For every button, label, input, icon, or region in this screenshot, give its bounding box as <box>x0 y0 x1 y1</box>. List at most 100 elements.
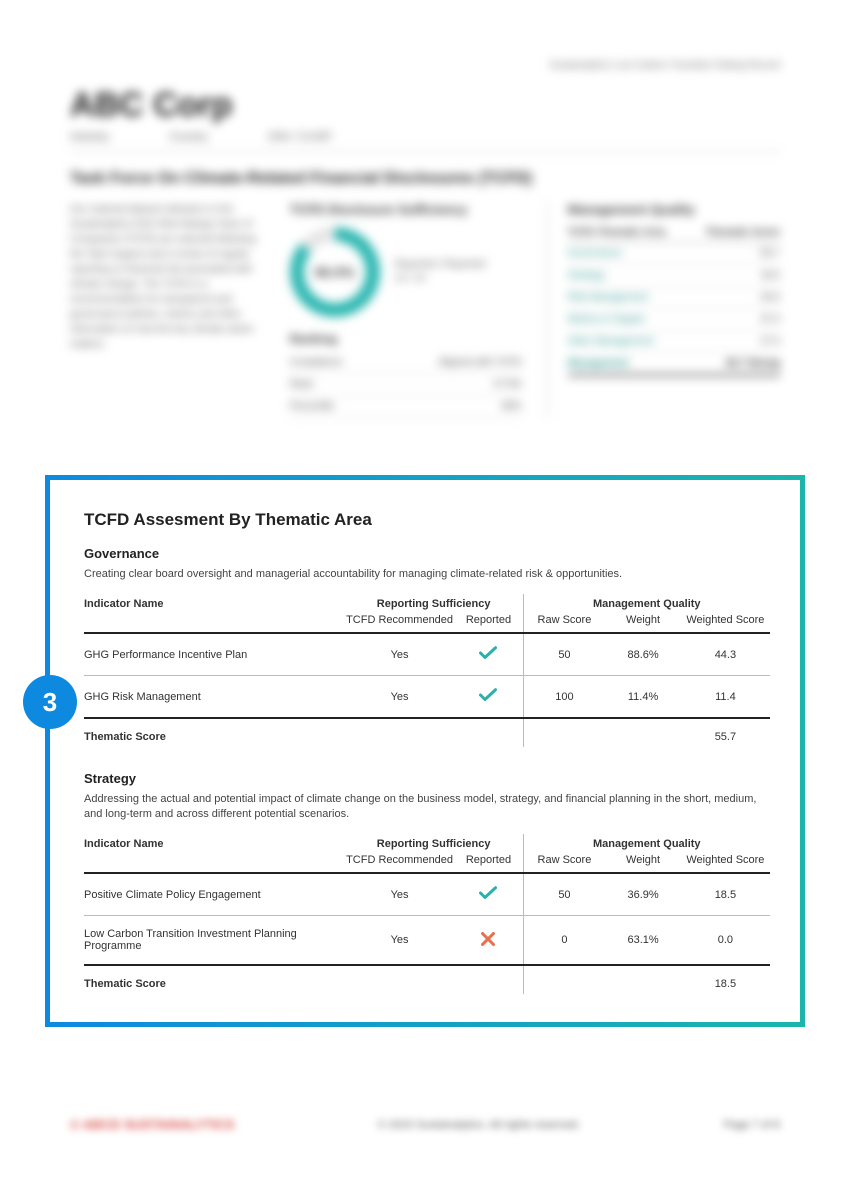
card-title: TCFD Assesment By Thematic Area <box>84 510 770 530</box>
col-wscore: Weighted Score <box>681 852 770 873</box>
raw-score: 50 <box>523 633 605 676</box>
cross-icon <box>479 932 497 946</box>
callout-badge: 3 <box>23 675 77 729</box>
tcfd-section-title: Task Force On Climate-Related Financial … <box>70 170 780 188</box>
tcfd-recommended: Yes <box>345 633 455 676</box>
theme-block: Strategy Addressing the actual and potent… <box>84 771 770 994</box>
table-header-sub: TCFD RecommendedReportedRaw ScoreWeightW… <box>84 852 770 873</box>
company-meta-row: Industry Country ISIN / CUSIP <box>70 131 780 152</box>
donut-value: 86.0% <box>304 241 366 303</box>
raw-score: 100 <box>523 676 605 719</box>
theme-title: Strategy <box>84 771 770 786</box>
footer-page-number: Page 7 of 8 <box>724 1119 780 1131</box>
footer-brand: © ABCD SUSTAINALYTICS <box>70 1117 234 1132</box>
ranking-row: Rank47.9% <box>290 374 522 396</box>
mq-row: Metrics & Targets37.0 <box>568 309 780 331</box>
reported-cell <box>454 633 523 676</box>
weighted-score: 11.4 <box>681 676 770 719</box>
col-reported: Reported <box>454 612 523 633</box>
thematic-score-label: Thematic Score <box>84 718 345 747</box>
theme-title: Governance <box>84 546 770 561</box>
donut-side-label: Reported / Reported 12 / 14 <box>395 258 486 286</box>
ranking-row: Percentile99% <box>290 396 522 418</box>
col-reported: Reported <box>454 852 523 873</box>
reported-cell <box>454 873 523 916</box>
weight: 36.9% <box>605 873 680 916</box>
col-tcfd-rec: TCFD Recommended <box>345 852 455 873</box>
weighted-score: 0.0 <box>681 916 770 966</box>
col-raw: Raw Score <box>523 852 605 873</box>
company-name: ABC Corp <box>70 86 780 125</box>
tcfd-thematic-card: 3 TCFD Assesment By Thematic Area Govern… <box>45 475 805 1027</box>
check-icon <box>479 646 497 660</box>
col-reporting-sufficiency: Reporting Sufficiency <box>345 834 523 852</box>
col-raw: Raw Score <box>523 612 605 633</box>
donut-chart-wrap: 86.0% Reported / Reported 12 / 14 <box>290 227 522 317</box>
theme-description: Creating clear board oversight and manag… <box>84 567 770 582</box>
donut-label-2: 12 / 14 <box>395 272 486 286</box>
meta-country: Country <box>169 131 208 143</box>
footer-copyright: © 2023 Sustainalytics. All rights reserv… <box>378 1119 581 1131</box>
theme-description: Addressing the actual and potential impa… <box>84 792 770 822</box>
thematic-score-value: 55.7 <box>681 718 770 747</box>
col-mgmt-quality: Management Quality <box>523 834 770 852</box>
ranking-rows: ComplianceAligned with TCFD Rank47.9% Pe… <box>290 352 522 418</box>
mq-row: Strategy18.5 <box>568 265 780 287</box>
tcfd-description: Our material dataset indicators in the S… <box>70 202 265 418</box>
col-tcfd-rec: TCFD Recommended <box>345 612 455 633</box>
col-mgmt-quality: Management Quality <box>523 594 770 612</box>
indicator-table: Indicator NameReporting SufficiencyManag… <box>84 594 770 747</box>
donut-label-1: Reported / Reported <box>395 258 486 272</box>
col-weight: Weight <box>605 612 680 633</box>
thematic-score-row: Thematic Score 55.7 <box>84 718 770 747</box>
indicator-name: Low Carbon Transition Investment Plannin… <box>84 916 345 966</box>
mq-table-head: TCFD Thematic Area Thematic Score <box>568 227 780 243</box>
thematic-score-row: Thematic Score 18.5 <box>84 965 770 994</box>
tcfd-overview-row: Our material dataset indicators in the S… <box>70 202 780 418</box>
mq-row: Other Management27.0 <box>568 331 780 353</box>
tcfd-recommended: Yes <box>345 676 455 719</box>
table-row: GHG Risk ManagementYes 10011.4%11.4 <box>84 676 770 719</box>
col-indicator: Indicator Name <box>84 834 345 852</box>
mq-row: Risk Management40.6 <box>568 287 780 309</box>
mq-row: Governance55.7 <box>568 243 780 265</box>
tcfd-recommended: Yes <box>345 916 455 966</box>
indicator-table: Indicator NameReporting SufficiencyManag… <box>84 834 770 994</box>
page-footer-blurred: © ABCD SUSTAINALYTICS © 2023 Sustainalyt… <box>70 1117 780 1132</box>
donut-chart: 86.0% <box>290 227 380 317</box>
weighted-score: 44.3 <box>681 633 770 676</box>
weighted-score: 18.5 <box>681 873 770 916</box>
disclosure-heading: TCFD Disclosure Sufficiency <box>290 202 522 217</box>
mq-total-row: Management45.7 Strong <box>568 353 780 376</box>
raw-score: 50 <box>523 873 605 916</box>
thematic-score-value: 18.5 <box>681 965 770 994</box>
table-row: GHG Performance Incentive PlanYes5088.6%… <box>84 633 770 676</box>
report-top-blurred: Sustainalytics Low Carbon Transition Rat… <box>0 0 850 458</box>
weight: 63.1% <box>605 916 680 966</box>
report-header-label: Sustainalytics Low Carbon Transition Rat… <box>70 60 780 71</box>
mgmt-quality-column: Management Quality TCFD Thematic Area Th… <box>547 202 780 418</box>
table-header-top: Indicator NameReporting SufficiencyManag… <box>84 834 770 852</box>
table-row: Low Carbon Transition Investment Plannin… <box>84 916 770 966</box>
tcfd-recommended: Yes <box>345 873 455 916</box>
col-wscore: Weighted Score <box>681 612 770 633</box>
meta-industry: Industry <box>70 131 109 143</box>
thematic-score-label: Thematic Score <box>84 965 345 994</box>
weight: 11.4% <box>605 676 680 719</box>
theme-block: Governance Creating clear board oversight… <box>84 546 770 747</box>
ranking-row: ComplianceAligned with TCFD <box>290 352 522 374</box>
table-header-top: Indicator NameReporting SufficiencyManag… <box>84 594 770 612</box>
check-icon <box>479 886 497 900</box>
weight: 88.6% <box>605 633 680 676</box>
ranking-heading: Ranking <box>290 332 522 346</box>
col-reporting-sufficiency: Reporting Sufficiency <box>345 594 523 612</box>
tcfd-disclosure-column: TCFD Disclosure Sufficiency 86.0% Report… <box>290 202 522 418</box>
check-icon <box>479 688 497 702</box>
meta-isin: ISIN / CUSIP <box>268 131 332 143</box>
indicator-name: GHG Risk Management <box>84 676 345 719</box>
table-header-sub: TCFD RecommendedReportedRaw ScoreWeightW… <box>84 612 770 633</box>
reported-cell <box>454 916 523 966</box>
indicator-name: Positive Climate Policy Engagement <box>84 873 345 916</box>
reported-cell <box>454 676 523 719</box>
raw-score: 0 <box>523 916 605 966</box>
